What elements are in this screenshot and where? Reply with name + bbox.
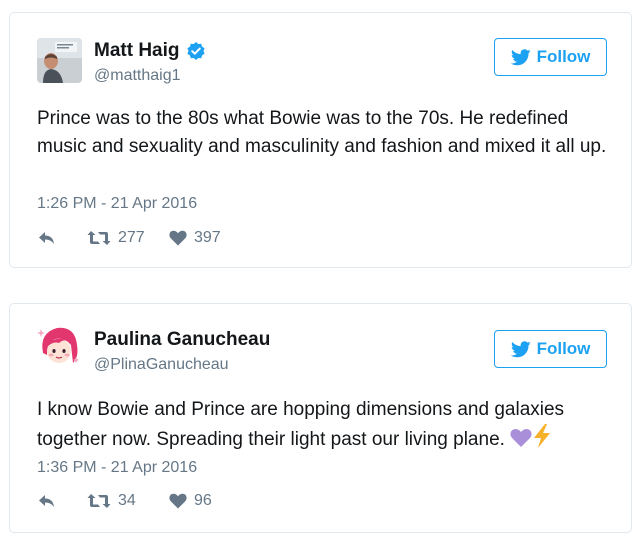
- reply-icon: [39, 495, 54, 507]
- verified-badge-icon: [186, 42, 205, 60]
- user-handle[interactable]: @PlinaGanucheau: [94, 355, 229, 375]
- like-button[interactable]: 96: [169, 492, 212, 510]
- like-count: 96: [194, 492, 212, 509]
- twitter-bird-icon: [510, 48, 531, 65]
- pink-hair-illustration-icon: [37, 323, 82, 368]
- twitter-bird-icon: [510, 340, 531, 357]
- retweet-button[interactable]: 34: [87, 492, 169, 510]
- name-row: Matt Haig: [94, 40, 206, 62]
- retweet-button[interactable]: 277: [87, 229, 169, 247]
- like-button[interactable]: 397: [169, 229, 221, 247]
- retweet-icon: [87, 231, 111, 245]
- display-name[interactable]: Matt Haig: [94, 40, 180, 62]
- name-row: Paulina Ganucheau: [94, 329, 270, 351]
- retweet-icon: [87, 494, 111, 508]
- tweet-actions: 277 397: [37, 229, 221, 247]
- tweet-text-body: I know Bowie and Prince are hopping dime…: [37, 399, 565, 450]
- display-name[interactable]: Paulina Ganucheau: [94, 329, 270, 351]
- avatar[interactable]: [37, 323, 82, 368]
- heart-icon: [169, 230, 187, 246]
- user-handle[interactable]: @matthaig1: [94, 66, 181, 86]
- reply-icon: [39, 232, 54, 244]
- tweet-timestamp[interactable]: 1:36 PM - 21 Apr 2016: [37, 458, 197, 478]
- tweet-text: Prince was to the 80s what Bowie was to …: [37, 108, 607, 157]
- retweet-count: 34: [118, 492, 136, 509]
- tweet-timestamp[interactable]: 1:26 PM - 21 Apr 2016: [37, 194, 197, 214]
- heart-icon: [169, 493, 187, 509]
- purple-heart-icon: [510, 428, 532, 447]
- follow-button-label: Follow: [536, 339, 591, 358]
- tweet-text: I know Bowie and Prince are hopping dime…: [37, 396, 617, 454]
- reply-button[interactable]: [37, 230, 87, 246]
- retweet-count: 277: [118, 229, 145, 246]
- avatar[interactable]: [37, 38, 82, 83]
- tweet-card[interactable]: Paulina Ganucheau @PlinaGanucheau Follow…: [9, 303, 632, 533]
- follow-button[interactable]: Follow: [494, 38, 607, 76]
- lightning-bolt-icon: [534, 424, 551, 448]
- reply-button[interactable]: [37, 493, 87, 509]
- like-count: 397: [194, 229, 221, 246]
- tweet-card[interactable]: Matt Haig @matthaig1 Follow Prince was t…: [9, 12, 632, 268]
- tweet-actions: 34 96: [37, 492, 212, 510]
- follow-button[interactable]: Follow: [494, 330, 607, 368]
- follow-button-label: Follow: [536, 47, 591, 66]
- person-photo-icon: [37, 38, 82, 83]
